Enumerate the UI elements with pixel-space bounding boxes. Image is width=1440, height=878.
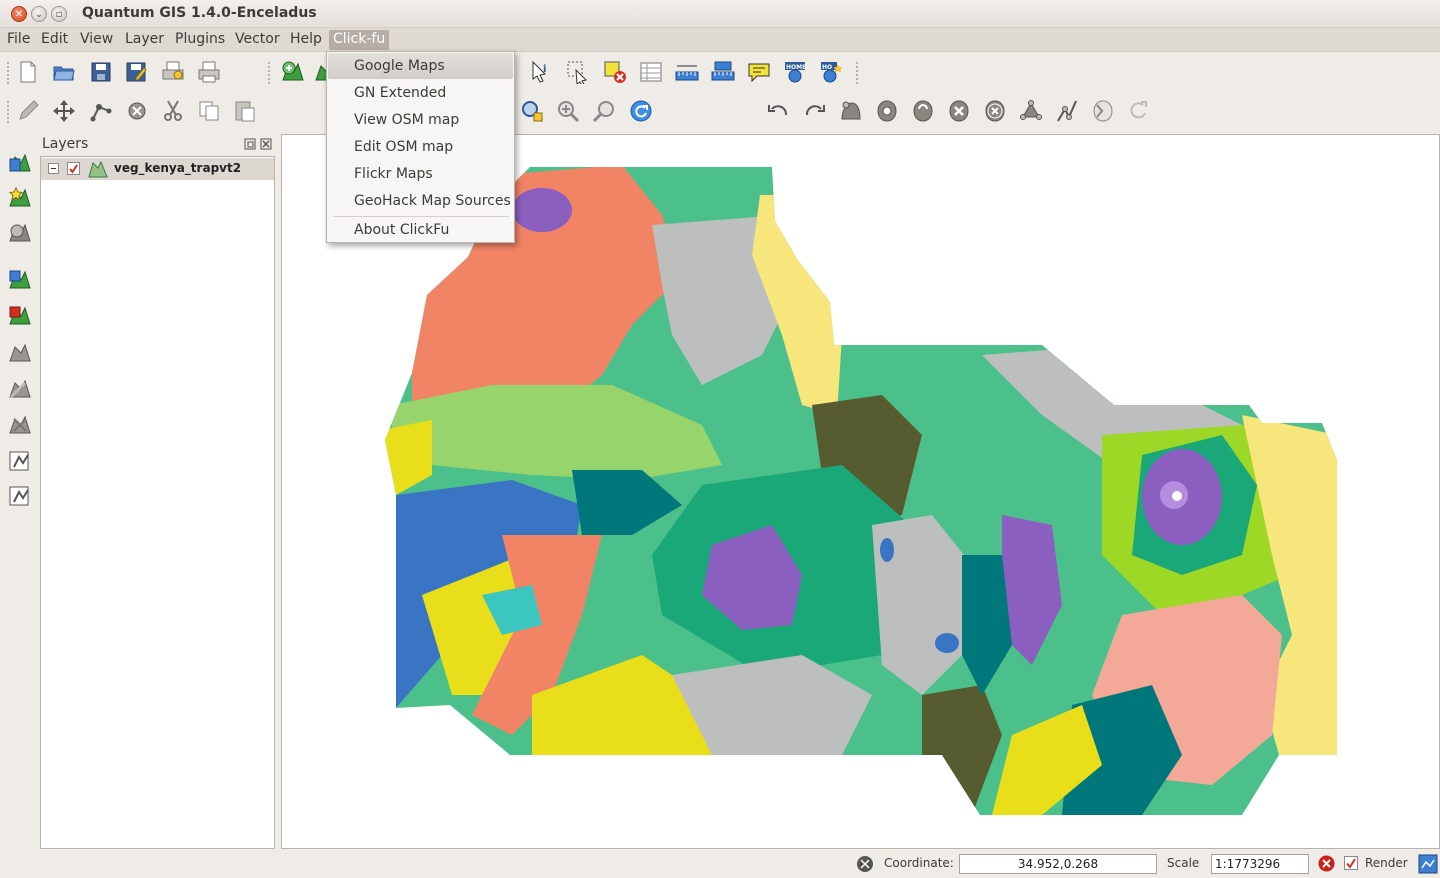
menu-bar: File Edit View Layer Plugins Vector Help… bbox=[0, 28, 1440, 52]
redo-icon[interactable] bbox=[803, 99, 827, 123]
close-window-button[interactable]: ✕ bbox=[11, 6, 27, 22]
menu-layer[interactable]: Layer bbox=[121, 30, 168, 50]
menu-item-edit-osm-map[interactable]: Edit OSM map bbox=[328, 134, 513, 160]
add-ring-icon[interactable] bbox=[875, 99, 899, 123]
projection-status-icon[interactable] bbox=[1418, 854, 1438, 874]
close-panel-icon[interactable] bbox=[260, 138, 272, 150]
cut-features-icon[interactable] bbox=[161, 99, 185, 123]
status-bar: Coordinate: 34.952,0.268 Scale 1:1773296… bbox=[0, 850, 1440, 878]
menu-item-view-osm-map[interactable]: View OSM map bbox=[328, 107, 513, 133]
add-postgis-layer-icon[interactable] bbox=[8, 221, 32, 245]
menu-item-flickr-maps[interactable]: Flickr Maps bbox=[328, 161, 513, 187]
coordinate-toggle-icon[interactable] bbox=[856, 855, 874, 873]
toolbar-grip[interactable] bbox=[856, 62, 860, 84]
menu-vector[interactable]: Vector bbox=[231, 30, 284, 50]
identify-features-icon[interactable]: i bbox=[529, 60, 553, 84]
delete-part-icon[interactable] bbox=[983, 99, 1007, 123]
home-icon[interactable]: HOME bbox=[783, 60, 807, 84]
rotate-point-symbols-icon[interactable] bbox=[1127, 99, 1151, 123]
polygon-layer-icon bbox=[88, 160, 108, 178]
render-checkbox[interactable] bbox=[1344, 856, 1358, 870]
measure-area-icon[interactable] bbox=[711, 60, 735, 84]
zoom-to-layer-icon[interactable] bbox=[556, 99, 580, 123]
title-bar: ✕ ⌄ ▫ Quantum GIS 1.4.0-Enceladus bbox=[0, 0, 1440, 28]
add-wms-layer-icon[interactable] bbox=[8, 304, 32, 328]
add-to-overview-icon[interactable] bbox=[8, 449, 32, 473]
move-feature-icon[interactable] bbox=[52, 99, 76, 123]
file-toolbar: i HOME HO bbox=[0, 52, 1440, 92]
collapse-icon[interactable] bbox=[48, 163, 59, 174]
menu-item-gn-extended[interactable]: GN Extended bbox=[328, 80, 513, 106]
refresh-map-icon[interactable] bbox=[629, 99, 653, 123]
zoom-full-icon[interactable] bbox=[520, 99, 544, 123]
undo-icon[interactable] bbox=[766, 99, 790, 123]
stop-render-icon[interactable] bbox=[1318, 855, 1335, 872]
add-raster-layer-icon[interactable] bbox=[8, 186, 32, 210]
select-features-icon[interactable] bbox=[566, 60, 590, 84]
window-title: Quantum GIS 1.4.0-Enceladus bbox=[82, 5, 317, 21]
node-tool-icon[interactable] bbox=[89, 99, 113, 123]
menu-item-google-maps[interactable]: Google Maps bbox=[328, 53, 513, 79]
new-shapefile-icon[interactable] bbox=[8, 377, 32, 401]
add-vector-layer-icon[interactable] bbox=[8, 151, 32, 175]
menu-item-about-clickfu[interactable]: About ClickFu bbox=[328, 217, 513, 243]
simplify-feature-icon[interactable] bbox=[839, 99, 863, 123]
menu-plugins[interactable]: Plugins bbox=[171, 30, 229, 50]
float-panel-icon[interactable] bbox=[244, 138, 256, 150]
layers-panel: Layers veg_kenya_trapvt2 bbox=[40, 134, 276, 850]
merge-features-icon[interactable] bbox=[1091, 99, 1115, 123]
render-label: Render bbox=[1365, 856, 1408, 870]
layer-name: veg_kenya_trapvt2 bbox=[114, 161, 242, 175]
add-wfs-layer-icon[interactable] bbox=[8, 341, 32, 365]
save-project-icon[interactable] bbox=[89, 60, 113, 84]
menu-click-fu[interactable]: Click-fu bbox=[329, 30, 390, 50]
toolbar-grip[interactable] bbox=[7, 62, 11, 84]
menu-edit[interactable]: Edit bbox=[37, 30, 72, 50]
add-part-icon[interactable] bbox=[911, 99, 935, 123]
add-vector-layer-icon[interactable] bbox=[281, 60, 305, 84]
menu-view[interactable]: View bbox=[76, 30, 117, 50]
delete-selected-icon[interactable] bbox=[125, 99, 149, 123]
layer-visibility-checkbox[interactable] bbox=[67, 162, 80, 175]
manage-layers-toolbar bbox=[0, 134, 40, 850]
layer-item[interactable]: veg_kenya_trapvt2 bbox=[41, 158, 274, 180]
toolbar-grip[interactable] bbox=[268, 62, 272, 84]
scale-field[interactable]: 1:1773296 bbox=[1211, 854, 1309, 874]
reshape-features-icon[interactable] bbox=[1019, 99, 1043, 123]
attribute-table-icon[interactable] bbox=[639, 60, 663, 84]
remove-layer-icon[interactable] bbox=[8, 413, 32, 437]
show-all-layers-icon[interactable] bbox=[8, 484, 32, 508]
toolbar-grip[interactable] bbox=[7, 101, 11, 123]
paste-features-icon[interactable] bbox=[233, 99, 257, 123]
delete-ring-icon[interactable] bbox=[947, 99, 971, 123]
toggle-editing-icon[interactable] bbox=[16, 99, 40, 123]
new-project-icon[interactable] bbox=[16, 60, 40, 84]
deselect-features-icon[interactable] bbox=[603, 60, 627, 84]
map-tips-icon[interactable] bbox=[747, 60, 771, 84]
open-project-icon[interactable] bbox=[52, 60, 76, 84]
layers-panel-title: Layers bbox=[42, 136, 89, 152]
zoom-to-selection-icon[interactable] bbox=[592, 99, 616, 123]
scale-label: Scale bbox=[1167, 856, 1200, 870]
minimize-window-button[interactable]: ⌄ bbox=[31, 6, 47, 22]
menu-item-geohack-map-sources[interactable]: GeoHack Map Sources bbox=[328, 188, 513, 214]
maximize-window-button[interactable]: ▫ bbox=[51, 6, 67, 22]
copy-features-icon[interactable] bbox=[197, 99, 221, 123]
menu-help[interactable]: Help bbox=[286, 30, 326, 50]
coordinate-field[interactable]: 34.952,0.268 bbox=[959, 854, 1157, 874]
add-spatialite-layer-icon[interactable] bbox=[8, 268, 32, 292]
print-icon[interactable] bbox=[197, 60, 221, 84]
layers-tree[interactable]: veg_kenya_trapvt2 bbox=[40, 156, 275, 849]
digitizing-toolbar bbox=[0, 92, 1440, 132]
measure-line-icon[interactable] bbox=[675, 60, 699, 84]
coordinate-label: Coordinate: bbox=[884, 856, 954, 870]
click-fu-menu: Google Maps GN Extended View OSM map Edi… bbox=[326, 51, 515, 243]
set-home-icon[interactable]: HO bbox=[819, 60, 843, 84]
svg-text:i: i bbox=[543, 64, 546, 75]
menu-file[interactable]: File bbox=[3, 30, 34, 50]
print-composer-icon[interactable] bbox=[161, 60, 185, 84]
split-features-icon[interactable] bbox=[1055, 99, 1079, 123]
save-as-icon[interactable] bbox=[124, 60, 148, 84]
